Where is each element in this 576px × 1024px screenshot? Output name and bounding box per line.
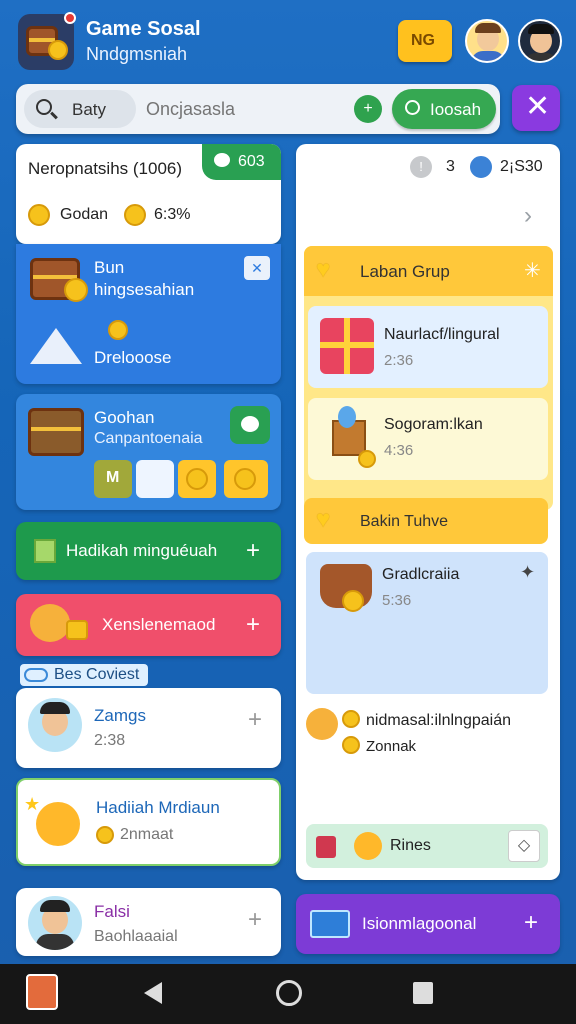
- stat-value: 2¡S30: [500, 158, 543, 175]
- close-button[interactable]: ✕: [512, 85, 560, 131]
- home-button[interactable]: [276, 980, 302, 1006]
- list-item-sub: Baohlaaaial: [94, 928, 178, 945]
- app-logo[interactable]: [18, 12, 76, 70]
- plus-icon: +: [246, 611, 261, 638]
- coin-icon: [28, 204, 50, 226]
- group-item[interactable]: Gradlcraiia 5:36 ✦: [306, 552, 548, 694]
- chevron-right-icon[interactable]: ›: [524, 202, 532, 230]
- smiley-icon: [354, 832, 382, 860]
- app-header: Game Sosal Nndgmsniah NG: [0, 0, 576, 80]
- list-item-sub: 2:38: [94, 732, 126, 749]
- add-button[interactable]: +: [248, 708, 262, 732]
- smiley-icon: [36, 802, 80, 846]
- card-title: Bun: [94, 258, 125, 277]
- list-item[interactable]: ★ Hadiiah Mrdiaun 2nmaat: [16, 778, 281, 866]
- mountain-icon: [30, 328, 82, 364]
- reward-tile-1[interactable]: M: [94, 460, 132, 498]
- list-item-name: Zamgs: [94, 706, 146, 725]
- ng-badge-button[interactable]: NG: [398, 20, 452, 62]
- app-subtitle: Nndgmsniah: [86, 44, 188, 64]
- gift-box-icon: [320, 318, 374, 374]
- promo-row[interactable]: nidmasal:ilnlngpaián Zonnak: [304, 704, 552, 774]
- notification-dot-icon: [64, 12, 76, 24]
- list-item[interactable]: Falsi Baohlaaaial +: [16, 888, 281, 956]
- list-item-sub: 2nmaat: [120, 826, 174, 843]
- plus-icon: +: [524, 909, 539, 936]
- recents-button[interactable]: [413, 982, 433, 1004]
- chat-button[interactable]: [230, 406, 270, 444]
- cube-icon: [34, 539, 56, 563]
- reward-tile-4[interactable]: [224, 460, 268, 498]
- coin-icon: [108, 320, 128, 340]
- recent-app-thumbnail[interactable]: [26, 974, 58, 1010]
- list-item-name: Falsi: [94, 902, 130, 921]
- purple-action-button[interactable]: Isionmlagoonal +: [296, 894, 560, 954]
- profile-card[interactable]: Neropnatsihs (1006) 603 Godan 6:3%: [16, 144, 281, 244]
- rines-row[interactable]: Rines ◇: [306, 824, 548, 868]
- search-chip[interactable]: Baty: [24, 90, 136, 128]
- red-action-button[interactable]: Xenslenemaod +: [16, 594, 281, 656]
- right-panel: ! 3 2¡S30 › Laban Grup ✳ Naurlacf/lingur…: [296, 144, 560, 880]
- pin-icon[interactable]: ✦: [520, 562, 535, 583]
- search-submit-button[interactable]: Ioosah: [392, 89, 496, 129]
- close-icon: ✕: [525, 90, 551, 123]
- gift-card[interactable]: Goohan Canpantoenaia M: [16, 394, 281, 510]
- avatar[interactable]: [468, 154, 494, 180]
- sparkle-icon: ✳: [524, 260, 541, 282]
- star-icon: ★: [24, 794, 41, 814]
- search-input[interactable]: [146, 92, 346, 126]
- card-subtitle: hingsesahian: [94, 280, 195, 299]
- group-panel-1: Laban Grup ✳ Naurlacf/lingural 2:36 Sogo…: [304, 246, 553, 510]
- pet-icon: [306, 708, 338, 740]
- card-title: Goohan: [94, 408, 155, 427]
- plus-icon: +: [246, 537, 261, 564]
- calendar-icon: [310, 910, 350, 938]
- expand-button[interactable]: ✕: [244, 256, 270, 280]
- friend-avatar-1[interactable]: [465, 19, 509, 63]
- pet-icon: [30, 604, 70, 642]
- link-icon: [24, 668, 48, 682]
- group-header-2[interactable]: Bakin Tuhve: [304, 498, 548, 544]
- reward-tile-3[interactable]: [178, 460, 216, 498]
- friend-avatar-2[interactable]: [518, 19, 562, 63]
- list-item[interactable]: Zamgs 2:38 +: [16, 688, 281, 768]
- add-button[interactable]: +: [248, 908, 262, 932]
- heart-icon: [316, 509, 340, 532]
- treasure-card[interactable]: Bun hingsesahian ✕ Drelooose: [16, 244, 281, 384]
- group-item[interactable]: Sogoram:lkan 4:36: [308, 398, 548, 480]
- card-label: Drelooose: [94, 348, 172, 367]
- chat-icon: [214, 153, 230, 167]
- search-plus-button[interactable]: +: [354, 95, 382, 123]
- section-label: Bes Coviest: [20, 664, 148, 686]
- group-header-1[interactable]: Laban Grup ✳: [304, 246, 553, 296]
- heart-icon: [316, 259, 340, 282]
- gift-chest-icon: [28, 408, 84, 456]
- info-icon[interactable]: !: [410, 156, 432, 178]
- coin-icon: [124, 204, 146, 226]
- stat-count: 3: [446, 158, 455, 175]
- card-subtitle: Canpantoenaia: [94, 430, 203, 447]
- avatar: [28, 698, 82, 752]
- system-nav-bar: [0, 964, 576, 1024]
- coin-icon: [96, 826, 114, 844]
- avatar: [28, 896, 82, 950]
- back-button[interactable]: [144, 982, 162, 1004]
- app-title: Game Sosal: [86, 18, 201, 40]
- profile-title: Neropnatsihs (1006): [28, 159, 183, 178]
- profile-tag[interactable]: 603: [202, 144, 281, 180]
- badge-icon: [316, 836, 336, 858]
- daily-gift-button[interactable]: Hadikah minguéuah +: [16, 522, 281, 580]
- search-icon: [405, 100, 420, 115]
- reward-tile-2[interactable]: [136, 460, 174, 498]
- list-item-name: Hadiiah Mrdiaun: [96, 798, 220, 817]
- search-bar: Baty + Ioosah: [16, 84, 500, 134]
- group-item[interactable]: Naurlacf/lingural 2:36: [308, 306, 548, 388]
- expand-icon[interactable]: ◇: [508, 830, 540, 862]
- chat-icon: [241, 416, 259, 432]
